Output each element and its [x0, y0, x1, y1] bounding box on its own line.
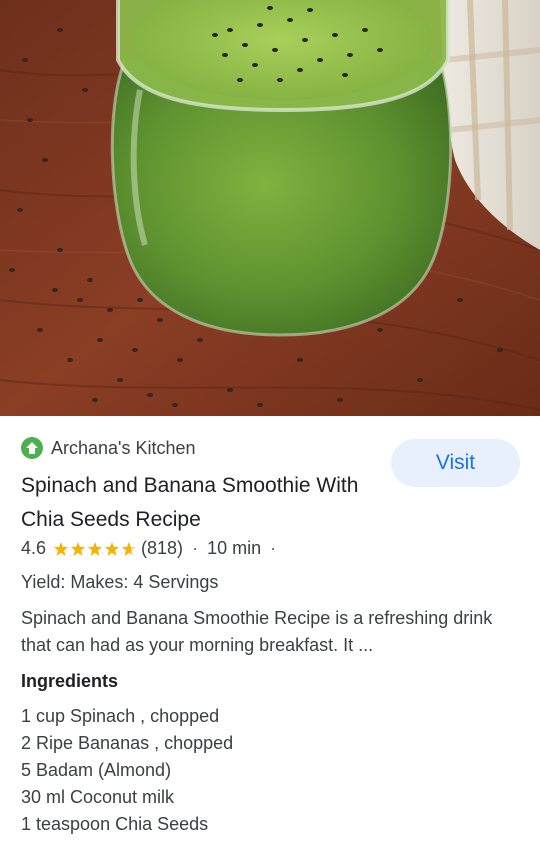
green-smoothie-jar-photo	[0, 0, 540, 416]
recipe-description: Spinach and Banana Smoothie Recipe is a …	[21, 608, 493, 655]
site-favicon-icon	[21, 437, 43, 459]
recipe-title[interactable]: Spinach and Banana Smoothie With Chia Se…	[21, 469, 371, 537]
ingredient-item: 5 Badam (Almond)	[21, 760, 172, 780]
review-count: (818)	[141, 538, 184, 558]
recipe-card: Archana's Kitchen Visit Spinach and Bana…	[0, 416, 540, 852]
cook-time: 10 min	[207, 538, 262, 558]
ingredient-item: 30 ml Coconut milk	[21, 787, 175, 807]
recipe-meta: 4.6 (818) · 10 min ·	[21, 538, 285, 559]
visit-button[interactable]: Visit	[391, 439, 520, 487]
recipe-yield: Yield: Makes: 4 Servings	[21, 572, 219, 592]
ingredients-heading: Ingredients	[21, 671, 119, 691]
source-attribution[interactable]: Archana's Kitchen	[21, 436, 196, 460]
recipe-image[interactable]	[0, 0, 540, 416]
meta-separator: ·	[192, 538, 199, 558]
ingredient-item: 1 teaspoon Chia Seeds	[21, 814, 209, 834]
rating-stars	[53, 541, 137, 557]
ingredients-list: 1 cup Spinach , chopped 2 Ripe Bananas ,…	[21, 703, 233, 838]
rating-value: 4.6	[21, 538, 47, 558]
ingredient-item: 2 Ripe Bananas , chopped	[21, 733, 234, 753]
ingredient-item: 1 cup Spinach , chopped	[21, 706, 220, 726]
meta-separator-trailing: ·	[270, 538, 277, 558]
source-name: Archana's Kitchen	[51, 437, 196, 458]
